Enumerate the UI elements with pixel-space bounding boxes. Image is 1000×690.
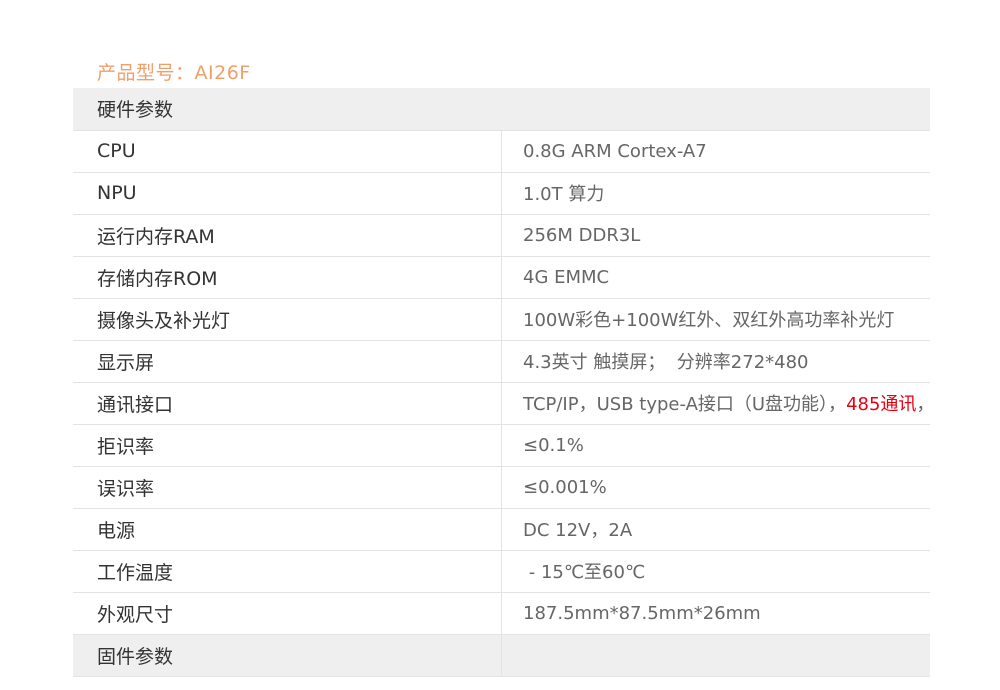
- row-value: ≤0.001%: [501, 466, 930, 509]
- row-label: 通讯接口: [73, 382, 502, 425]
- table-row: 摄像头及补光灯 100W彩色+100W红外、双红外高功率补光灯: [73, 298, 930, 341]
- row-label: 工作温度: [73, 550, 502, 593]
- table-row: 外观尺寸 187.5mm*87.5mm*26mm: [73, 592, 930, 635]
- section-title: 硬件参数: [73, 88, 930, 131]
- section-header-firmware: 固件参数: [73, 634, 930, 677]
- row-value: 0.8G ARM Cortex-A7: [501, 130, 930, 173]
- table-row: 显示屏 4.3英寸 触摸屏； 分辨率272*480: [73, 340, 930, 383]
- row-value: 256M DDR3L: [501, 214, 930, 257]
- row-label: NPU: [73, 172, 502, 215]
- row-label: 电源: [73, 508, 502, 551]
- row-value: 4G EMMC: [501, 256, 930, 299]
- section-title: 固件参数: [73, 634, 502, 677]
- value-text: TCP/IP，USB type-A接口（U盘功能），: [523, 394, 847, 415]
- table-row: 存储内存ROM 4G EMMC: [73, 256, 930, 299]
- row-value: ≤0.1%: [501, 424, 930, 467]
- row-label: CPU: [73, 130, 502, 173]
- product-model-title: 产品型号：AI26F: [97, 62, 251, 84]
- row-value: 1.0T 算力: [501, 172, 930, 215]
- value-text: ，无线WIFI(选配): [916, 394, 930, 415]
- row-label: 显示屏: [73, 340, 502, 383]
- row-value: 187.5mm*87.5mm*26mm: [501, 592, 930, 635]
- row-value: DC 12V，2A: [501, 508, 930, 551]
- row-label: 存储内存ROM: [73, 256, 502, 299]
- table-row: 运行内存RAM 256M DDR3L: [73, 214, 930, 257]
- row-label: 误识率: [73, 466, 502, 509]
- spec-table: 硬件参数 CPU 0.8G ARM Cortex-A7 NPU 1.0T 算力 …: [73, 88, 930, 677]
- table-row: NPU 1.0T 算力: [73, 172, 930, 215]
- table-row: 拒识率 ≤0.1%: [73, 424, 930, 467]
- row-value: 100W彩色+100W红外、双红外高功率补光灯: [501, 298, 930, 341]
- table-row: 误识率 ≤0.001%: [73, 466, 930, 509]
- table-row: CPU 0.8G ARM Cortex-A7: [73, 130, 930, 173]
- row-label: 运行内存RAM: [73, 214, 502, 257]
- row-label: 外观尺寸: [73, 592, 502, 635]
- row-label: 拒识率: [73, 424, 502, 467]
- row-value: TCP/IP，USB type-A接口（U盘功能），485通讯，无线WIFI(选…: [501, 382, 930, 425]
- row-label: 摄像头及补光灯: [73, 298, 502, 341]
- section-empty-cell: [501, 634, 930, 677]
- table-row: 电源 DC 12V，2A: [73, 508, 930, 551]
- row-value: - 15℃至60℃: [501, 550, 930, 593]
- value-highlight: 485通讯: [846, 394, 917, 415]
- table-row: 通讯接口 TCP/IP，USB type-A接口（U盘功能），485通讯，无线W…: [73, 382, 930, 425]
- row-value: 4.3英寸 触摸屏； 分辨率272*480: [501, 340, 930, 383]
- section-header-hardware: 硬件参数: [73, 88, 930, 131]
- table-row: 工作温度 - 15℃至60℃: [73, 550, 930, 593]
